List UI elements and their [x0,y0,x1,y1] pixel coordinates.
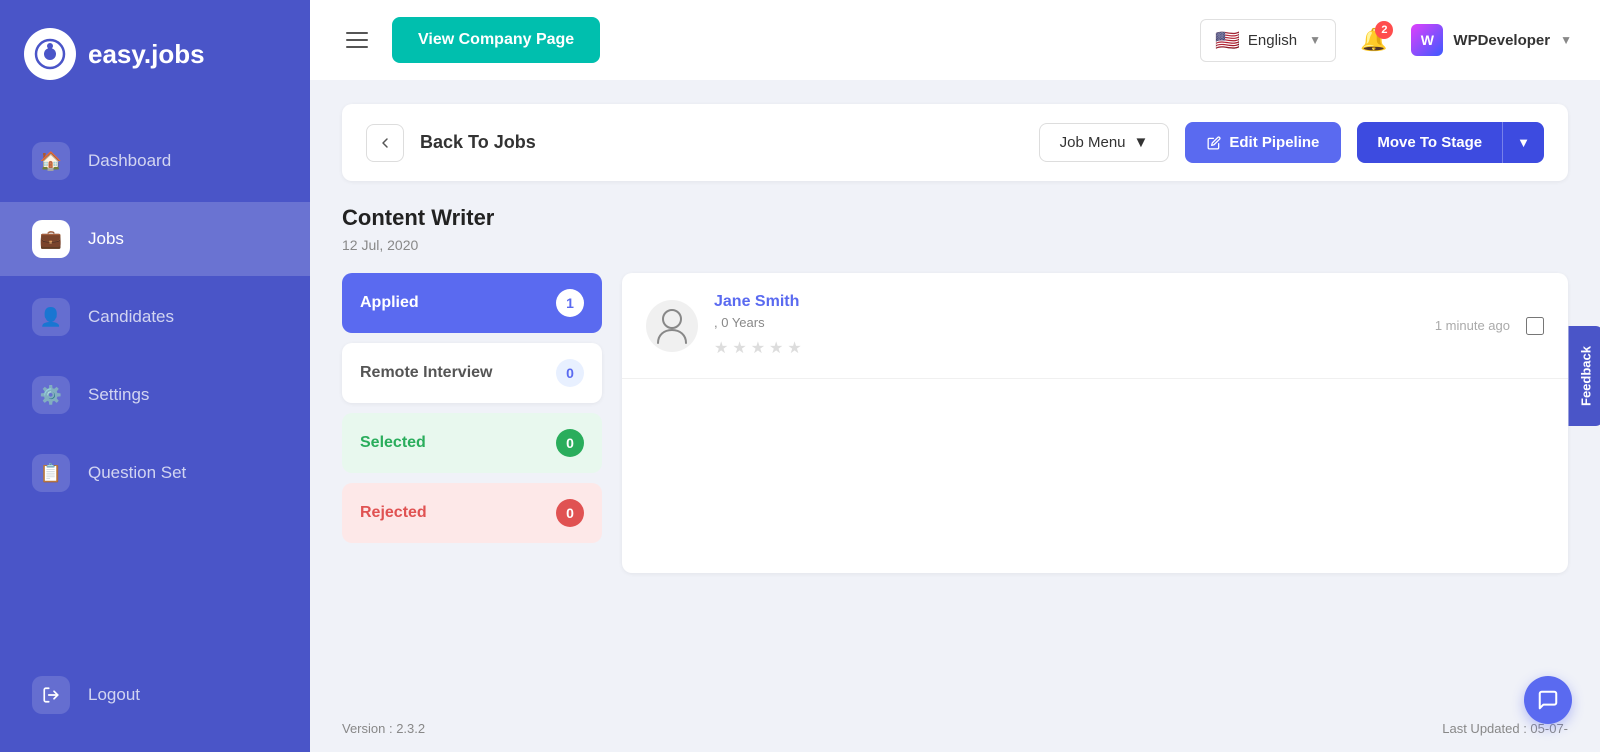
job-date: 12 Jul, 2020 [342,237,1568,253]
feedback-tab[interactable]: Feedback [1569,326,1600,426]
logout-button[interactable]: Logout [0,658,310,732]
sidebar-item-question-set-label: Question Set [88,463,186,483]
candidate-name[interactable]: Jane Smith [714,293,1419,311]
stage-rejected-label: Rejected [360,504,427,522]
stage-remote-interview-label: Remote Interview [360,364,492,382]
candidate-time-ago: 1 minute ago [1435,318,1510,333]
footer-bar: Version : 2.3.2 Last Updated : 05-07- [310,705,1600,752]
user-avatar: W [1411,24,1443,56]
feedback-label: Feedback [1579,346,1594,406]
stage-selected-badge: 0 [556,429,584,457]
candidates-panel: Jane Smith , 0 Years ★ ★ ★ ★ ★ 1 minute … [622,273,1568,573]
star-rating: ★ ★ ★ ★ ★ [714,338,1419,358]
sidebar-item-dashboard-label: Dashboard [88,151,171,171]
logout-icon [32,676,70,714]
sidebar-item-settings-label: Settings [88,385,149,405]
stage-applied[interactable]: Applied 1 [342,273,602,333]
stage-remote-interview-badge: 0 [556,359,584,387]
stage-rejected[interactable]: Rejected 0 [342,483,602,543]
user-name: WPDeveloper [1453,32,1550,49]
move-stage-main-label: Move To Stage [1357,122,1503,163]
hamburger-line-2 [346,39,368,41]
pipeline-area: Applied 1 Remote Interview 0 Selected 0 … [342,273,1568,573]
question-set-icon: 📋 [32,454,70,492]
language-selector[interactable]: 🇺🇸 English ▼ [1200,19,1336,62]
home-icon: 🏠 [32,142,70,180]
lang-chevron-icon: ▼ [1309,33,1321,47]
back-bar: Back To Jobs Job Menu ▼ Edit Pipeline Mo… [342,104,1568,181]
notification-button[interactable]: 🔔 2 [1352,19,1395,61]
edit-pipeline-button[interactable]: Edit Pipeline [1185,122,1341,163]
star-1: ★ [714,338,728,358]
flag-icon: 🇺🇸 [1215,28,1240,53]
back-label: Back To Jobs [420,132,1023,153]
main-area: View Company Page 🇺🇸 English ▼ 🔔 2 W WPD… [310,0,1600,752]
job-title: Content Writer [342,205,1568,231]
stage-applied-label: Applied [360,294,419,312]
language-label: English [1248,32,1297,49]
sidebar-item-dashboard[interactable]: 🏠 Dashboard [0,124,310,198]
sidebar-logo: easy.jobs [0,0,310,108]
app-name: easy.jobs [88,39,205,70]
star-2: ★ [732,338,746,358]
header: View Company Page 🇺🇸 English ▼ 🔔 2 W WPD… [310,0,1600,80]
content-area: Back To Jobs Job Menu ▼ Edit Pipeline Mo… [310,80,1600,705]
table-row: Jane Smith , 0 Years ★ ★ ★ ★ ★ 1 minute … [622,273,1568,379]
sidebar-item-settings[interactable]: ⚙️ Settings [0,358,310,432]
star-3: ★ [751,338,765,358]
edit-pipeline-label: Edit Pipeline [1229,134,1319,151]
candidate-checkbox[interactable] [1526,317,1544,335]
sidebar-item-candidates[interactable]: 👤 Candidates [0,280,310,354]
job-menu-label: Job Menu [1060,134,1126,151]
sidebar-item-jobs[interactable]: 💼 Jobs [0,202,310,276]
stage-remote-interview[interactable]: Remote Interview 0 [342,343,602,403]
version-label: Version : 2.3.2 [342,721,425,736]
hamburger-line-1 [346,32,368,34]
move-to-stage-button[interactable]: Move To Stage ▼ [1357,122,1544,163]
candidate-experience: , 0 Years [714,315,1419,330]
job-menu-button[interactable]: Job Menu ▼ [1039,123,1170,162]
hamburger-menu[interactable] [338,24,376,56]
view-company-button[interactable]: View Company Page [392,17,600,63]
user-chevron-icon: ▼ [1560,33,1572,47]
back-button[interactable] [366,124,404,162]
logout-label: Logout [88,685,140,705]
job-menu-chevron-icon: ▼ [1134,134,1149,151]
star-5: ★ [787,338,801,358]
chat-button[interactable] [1524,676,1572,724]
candidate-avatar [646,300,698,352]
user-info[interactable]: W WPDeveloper ▼ [1411,24,1572,56]
stage-selected-label: Selected [360,434,426,452]
sidebar-item-jobs-label: Jobs [88,229,124,249]
stage-selected[interactable]: Selected 0 [342,413,602,473]
jobs-icon: 💼 [32,220,70,258]
candidate-info: Jane Smith , 0 Years ★ ★ ★ ★ ★ [714,293,1419,358]
candidates-icon: 👤 [32,298,70,336]
stage-applied-badge: 1 [556,289,584,317]
stage-rejected-badge: 0 [556,499,584,527]
sidebar-item-question-set[interactable]: 📋 Question Set [0,436,310,510]
sidebar-nav: 🏠 Dashboard 💼 Jobs 👤 Candidates ⚙️ Setti… [0,108,310,526]
logo-icon [24,28,76,80]
hamburger-line-3 [346,46,368,48]
sidebar-item-candidates-label: Candidates [88,307,174,327]
move-stage-chevron-icon: ▼ [1503,123,1544,162]
notification-badge: 2 [1375,21,1393,39]
job-header: Content Writer 12 Jul, 2020 [342,205,1568,253]
pipeline-stages: Applied 1 Remote Interview 0 Selected 0 … [342,273,602,543]
settings-icon: ⚙️ [32,376,70,414]
star-4: ★ [769,338,783,358]
sidebar: easy.jobs 🏠 Dashboard 💼 Jobs 👤 Candidate… [0,0,310,752]
